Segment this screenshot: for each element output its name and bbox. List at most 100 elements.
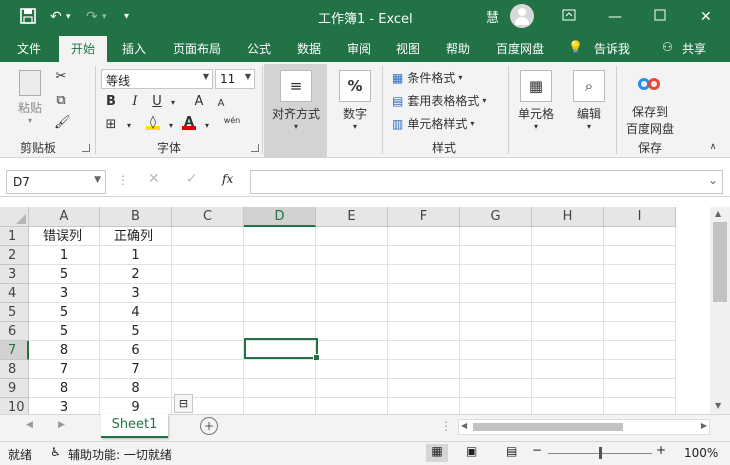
- row-header-8[interactable]: 8: [0, 360, 29, 379]
- cell-c7[interactable]: [172, 341, 244, 360]
- enter-icon[interactable]: ✓: [186, 171, 198, 187]
- cell-i2[interactable]: [604, 246, 676, 265]
- cell-e4[interactable]: [316, 284, 388, 303]
- cell-a10[interactable]: 3: [29, 398, 100, 414]
- cell-d1[interactable]: [244, 227, 316, 246]
- scroll-thumb[interactable]: [473, 423, 623, 431]
- conditional-format-button[interactable]: ▦ 条件格式 ▾: [392, 69, 462, 86]
- tab-formulas[interactable]: 公式: [247, 40, 271, 57]
- column-header-f[interactable]: F: [388, 207, 460, 227]
- format-as-table-button[interactable]: ▤ 套用表格格式 ▾: [392, 92, 486, 109]
- customize-qat-icon[interactable]: ▾: [124, 8, 129, 26]
- cell-h8[interactable]: [532, 360, 604, 379]
- font-name-select[interactable]: 等线 ▼: [101, 69, 213, 89]
- tab-view[interactable]: 视图: [396, 40, 420, 57]
- formula-input[interactable]: ⌄: [250, 170, 723, 194]
- cell-b8[interactable]: 7: [100, 360, 172, 379]
- underline-button[interactable]: U: [150, 95, 164, 109]
- cell-e9[interactable]: [316, 379, 388, 398]
- row-header-10[interactable]: 10: [0, 398, 29, 414]
- cell-a1[interactable]: 错误列: [29, 227, 100, 246]
- cell-b1[interactable]: 正确列: [100, 227, 172, 246]
- fill-color-icon[interactable]: ◊: [146, 116, 160, 130]
- cell-b9[interactable]: 8: [100, 379, 172, 398]
- cell-h4[interactable]: [532, 284, 604, 303]
- select-all-button[interactable]: [0, 207, 29, 227]
- tell-me-input[interactable]: 告诉我: [594, 40, 630, 57]
- cell-e6[interactable]: [316, 322, 388, 341]
- undo-dropdown-icon[interactable]: ▾: [66, 8, 71, 26]
- ribbon-display-icon[interactable]: [562, 8, 576, 27]
- cells-group[interactable]: ▦ 单元格 ▾: [514, 70, 558, 131]
- chevron-down-icon[interactable]: ▾: [200, 119, 214, 133]
- column-header-b[interactable]: B: [100, 207, 172, 227]
- cell-g9[interactable]: [460, 379, 532, 398]
- tab-insert[interactable]: 插入: [122, 40, 146, 57]
- normal-view-icon[interactable]: ▦: [426, 444, 448, 462]
- cell-e5[interactable]: [316, 303, 388, 322]
- italic-button[interactable]: I: [128, 95, 142, 109]
- cell-e8[interactable]: [316, 360, 388, 379]
- tab-help[interactable]: 帮助: [446, 40, 470, 57]
- column-header-c[interactable]: C: [172, 207, 244, 227]
- tab-home[interactable]: 开始: [59, 36, 108, 62]
- cell-f6[interactable]: [388, 322, 460, 341]
- avatar[interactable]: [510, 4, 534, 28]
- cell-c3[interactable]: [172, 265, 244, 284]
- expand-formula-icon[interactable]: ⌄: [708, 173, 718, 187]
- scroll-right-icon[interactable]: ▶: [701, 421, 707, 430]
- prev-sheet-icon[interactable]: ◀: [26, 420, 33, 430]
- cell-b4[interactable]: 3: [100, 284, 172, 303]
- row-header-3[interactable]: 3: [0, 265, 29, 284]
- cell-i9[interactable]: [604, 379, 676, 398]
- cell-h2[interactable]: [532, 246, 604, 265]
- row-header-1[interactable]: 1: [0, 227, 29, 246]
- column-header-d[interactable]: D: [244, 207, 316, 227]
- zoom-slider-thumb[interactable]: [599, 447, 602, 459]
- scroll-down-icon[interactable]: ▼: [715, 401, 721, 410]
- scroll-left-icon[interactable]: ◀: [461, 421, 467, 430]
- tab-baidu[interactable]: 百度网盘: [496, 40, 544, 57]
- cell-i7[interactable]: [604, 341, 676, 360]
- cell-b10[interactable]: 9: [100, 398, 172, 414]
- cell-e7[interactable]: [316, 341, 388, 360]
- cell-g8[interactable]: [460, 360, 532, 379]
- cell-f5[interactable]: [388, 303, 460, 322]
- column-header-e[interactable]: E: [316, 207, 388, 227]
- cell-i1[interactable]: [604, 227, 676, 246]
- cell-b7[interactable]: 6: [100, 341, 172, 360]
- cell-a6[interactable]: 5: [29, 322, 100, 341]
- chevron-down-icon[interactable]: ▾: [122, 119, 136, 133]
- save-icon[interactable]: [20, 8, 36, 29]
- share-button[interactable]: 共享: [682, 40, 706, 57]
- editing-group[interactable]: ⌕ 编辑 ▾: [570, 70, 608, 131]
- cell-b6[interactable]: 5: [100, 322, 172, 341]
- cell-styles-button[interactable]: ▥ 单元格样式 ▾: [392, 115, 474, 132]
- collapse-ribbon-icon[interactable]: ∧: [706, 140, 720, 154]
- cancel-icon[interactable]: ✕: [148, 171, 160, 187]
- cell-i4[interactable]: [604, 284, 676, 303]
- name-box[interactable]: D7 ▼: [6, 170, 106, 194]
- cell-d10[interactable]: [244, 398, 316, 414]
- cell-a8[interactable]: 7: [29, 360, 100, 379]
- cell-c6[interactable]: [172, 322, 244, 341]
- horizontal-scrollbar[interactable]: ◀ ▶: [458, 419, 710, 435]
- cell-d8[interactable]: [244, 360, 316, 379]
- cell-a7[interactable]: 8: [29, 341, 100, 360]
- cell-f4[interactable]: [388, 284, 460, 303]
- cell-h1[interactable]: [532, 227, 604, 246]
- cell-e3[interactable]: [316, 265, 388, 284]
- tab-file[interactable]: 文件: [17, 40, 41, 57]
- cell-g3[interactable]: [460, 265, 532, 284]
- cell-f8[interactable]: [388, 360, 460, 379]
- cell-c1[interactable]: [172, 227, 244, 246]
- cell-h6[interactable]: [532, 322, 604, 341]
- add-sheet-button[interactable]: +: [200, 417, 218, 435]
- vertical-scrollbar[interactable]: ▲ ▼: [710, 207, 730, 414]
- cell-e2[interactable]: [316, 246, 388, 265]
- cell-c5[interactable]: [172, 303, 244, 322]
- row-header-4[interactable]: 4: [0, 284, 29, 303]
- cell-d9[interactable]: [244, 379, 316, 398]
- cell-b5[interactable]: 4: [100, 303, 172, 322]
- cell-g5[interactable]: [460, 303, 532, 322]
